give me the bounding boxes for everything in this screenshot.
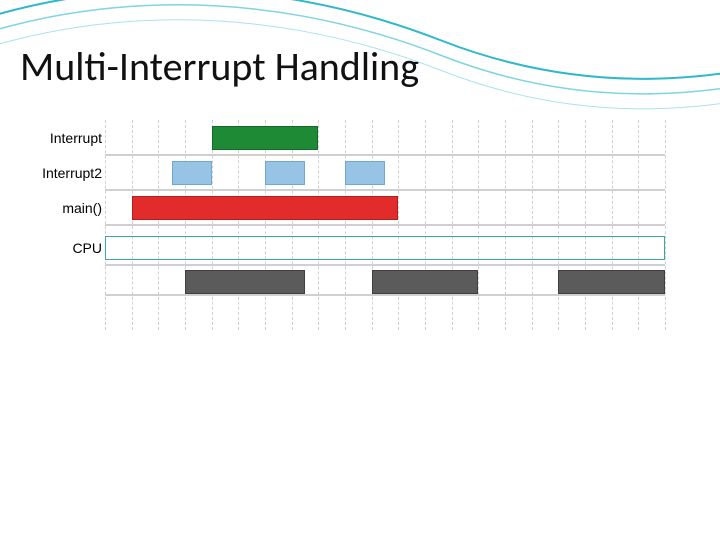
- grid-hline: [105, 294, 665, 296]
- bar-bottom: [558, 270, 665, 294]
- bar-interrupt2: [265, 161, 305, 185]
- bar-interrupt2: [345, 161, 385, 185]
- bar-interrupt: [212, 126, 319, 150]
- page-title: Multi-Interrupt Handling: [20, 42, 419, 91]
- row-label-interrupt: Interrupt: [30, 130, 102, 146]
- bar-interrupt2: [172, 161, 212, 185]
- bar-bottom: [372, 270, 479, 294]
- grid-hline: [105, 154, 665, 156]
- grid-hline: [105, 264, 665, 266]
- grid-vline: [665, 120, 666, 330]
- grid-hline: [105, 189, 665, 191]
- bar-cpu: [105, 236, 665, 260]
- row-label-interrupt2: Interrupt2: [30, 165, 102, 181]
- row-label-cpu: CPU: [30, 240, 102, 256]
- row-label-main: main(): [30, 200, 102, 216]
- grid: [105, 120, 665, 330]
- bar-main: [132, 196, 399, 220]
- grid-hline: [105, 224, 665, 226]
- timing-chart: Interrupt Interrupt2 main() CPU: [30, 120, 680, 330]
- bar-bottom: [185, 270, 305, 294]
